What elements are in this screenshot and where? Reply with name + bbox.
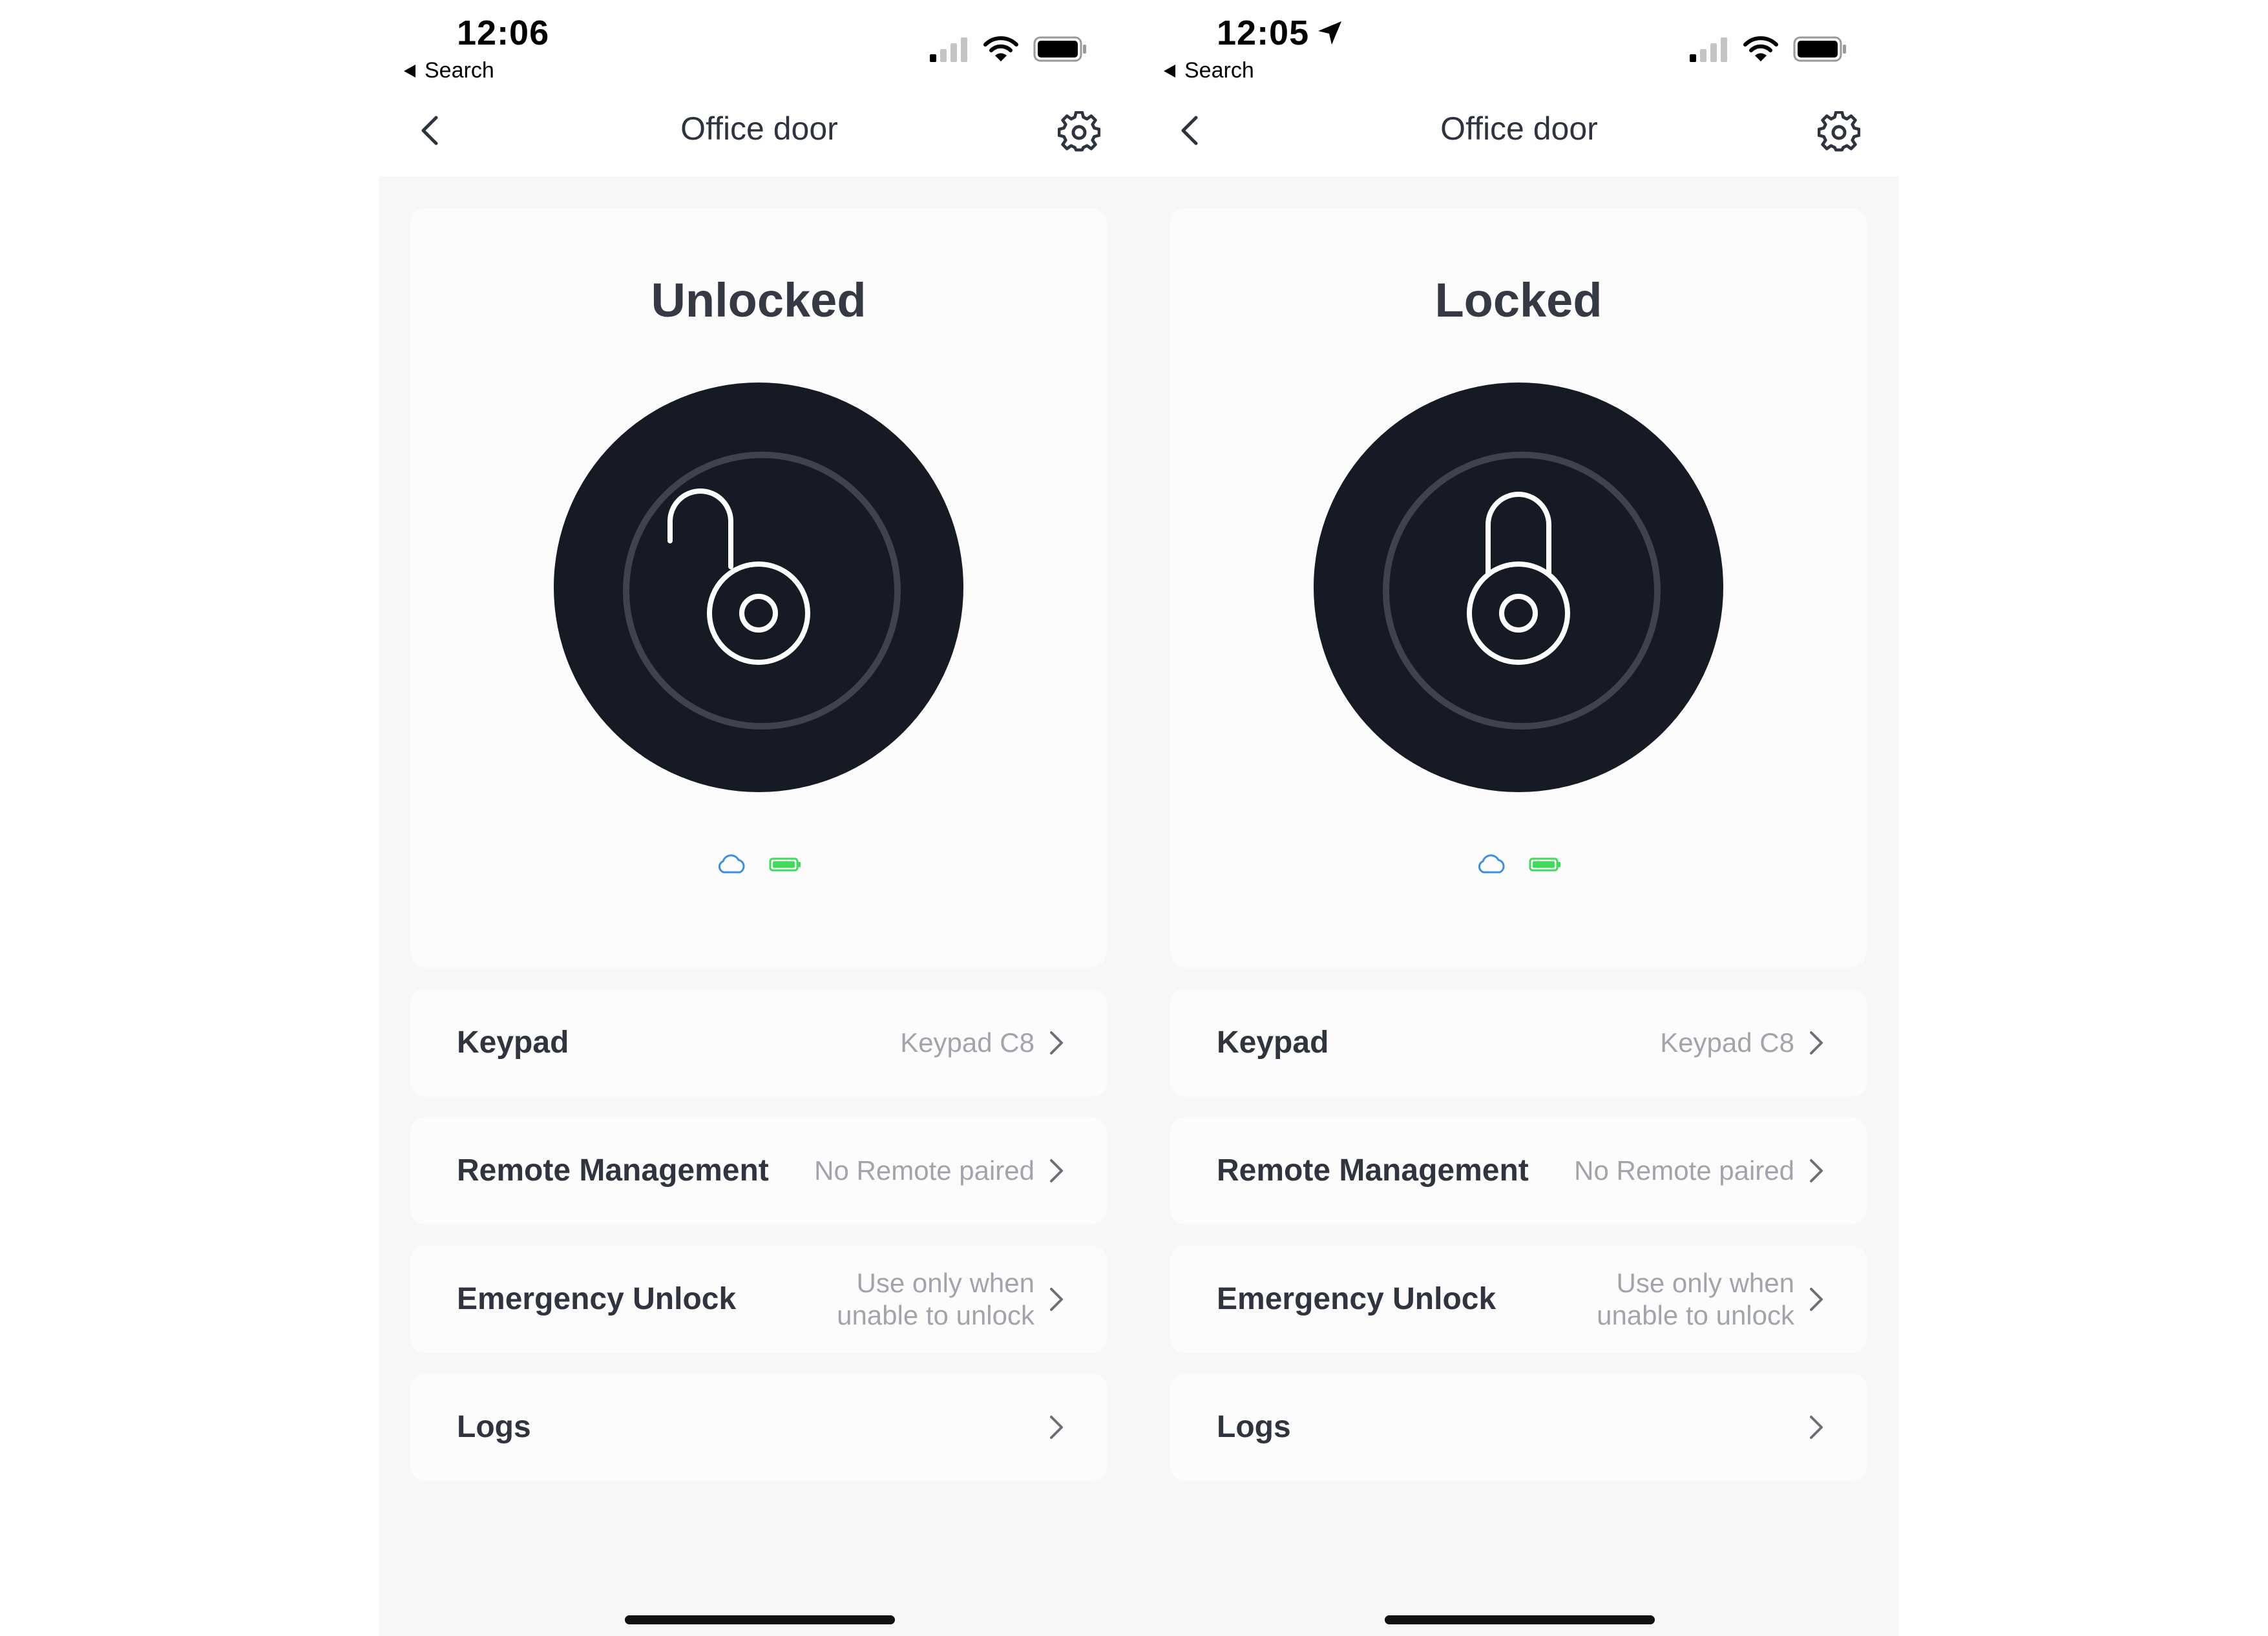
battery-icon <box>1529 857 1560 872</box>
emergency-unlock-row[interactable]: Emergency Unlock Use only when unable to… <box>1170 1246 1867 1353</box>
row-value-line1: Use only when <box>1616 1268 1794 1298</box>
back-to-search-link[interactable]: Search <box>403 58 494 83</box>
row-value-line1: Use only when <box>856 1268 1034 1298</box>
lock-status-card: Locked <box>1170 208 1867 967</box>
page-title: Office door <box>1440 110 1598 147</box>
chevron-right-icon <box>1050 1031 1063 1054</box>
row-label: Logs <box>457 1410 531 1444</box>
row-label: Remote Management <box>1217 1153 1529 1188</box>
battery-icon <box>769 857 801 872</box>
row-value: No Remote paired <box>814 1155 1034 1186</box>
chevron-right-icon <box>1810 1416 1823 1439</box>
status-icons <box>1688 36 1847 63</box>
row-label: Logs <box>1217 1410 1291 1444</box>
phone-screen-locked: 12:05 Search Office door Locked Keypad K… <box>1139 0 1899 1636</box>
chevron-right-icon <box>1810 1031 1823 1054</box>
unlocked-padlock-icon <box>667 488 810 665</box>
status-time: 12:06 <box>457 13 549 53</box>
wifi-icon <box>983 36 1018 61</box>
top-bar: 12:05 Search Office door <box>1139 0 1899 176</box>
lock-status-card: Unlocked <box>410 208 1107 967</box>
wifi-icon <box>1743 36 1778 61</box>
chevron-right-icon <box>1810 1288 1823 1311</box>
row-value: No Remote paired <box>1574 1155 1794 1186</box>
row-value-line2: unable to unlock <box>837 1300 1034 1330</box>
row-value: Keypad C8 <box>900 1027 1034 1058</box>
row-label: Emergency Unlock <box>1217 1282 1496 1316</box>
cellular-signal-icon <box>930 37 967 62</box>
back-app-label: Search <box>425 58 494 83</box>
logs-row[interactable]: Logs <box>1170 1374 1867 1481</box>
back-to-search-link[interactable]: Search <box>1162 58 1254 83</box>
row-value: Use only when unable to unlock <box>815 1246 1034 1353</box>
cellular-signal-icon <box>1690 37 1727 62</box>
row-value-line2: unable to unlock <box>1597 1300 1794 1330</box>
lock-state-label: Locked <box>1434 273 1602 327</box>
device-indicators <box>1170 854 1867 875</box>
status-time: 12:05 <box>1217 13 1343 53</box>
chevron-right-icon <box>1050 1288 1063 1311</box>
phone-screen-unlocked: 12:06 Search Office door Unlocked Keypad… <box>379 0 1139 1636</box>
chevron-right-icon <box>1050 1159 1063 1182</box>
status-time-text: 12:06 <box>457 14 550 52</box>
back-triangle-icon <box>1164 64 1175 78</box>
emergency-unlock-row[interactable]: Emergency Unlock Use only when unable to… <box>410 1246 1107 1353</box>
row-value: Use only when unable to unlock <box>1575 1246 1794 1353</box>
back-triangle-icon <box>404 64 415 78</box>
remote-management-row[interactable]: Remote Management No Remote paired <box>1170 1117 1867 1224</box>
device-indicators <box>410 854 1107 875</box>
location-arrow-icon <box>1318 21 1342 45</box>
row-value: Keypad C8 <box>1660 1027 1794 1058</box>
status-icons <box>929 36 1087 63</box>
chevron-right-icon <box>1810 1159 1823 1182</box>
row-label: Emergency Unlock <box>457 1282 737 1316</box>
lock-toggle-button[interactable] <box>554 383 963 792</box>
row-label: Keypad <box>457 1025 569 1060</box>
status-time-text: 12:05 <box>1217 14 1310 52</box>
remote-management-row[interactable]: Remote Management No Remote paired <box>410 1117 1107 1224</box>
back-app-label: Search <box>1184 58 1254 83</box>
lock-state-label: Unlocked <box>651 273 866 327</box>
cloud-icon <box>1478 854 1505 874</box>
row-label: Keypad <box>1217 1025 1329 1060</box>
keypad-row[interactable]: Keypad Keypad C8 <box>1170 989 1867 1096</box>
home-indicator <box>625 1615 895 1624</box>
gear-icon[interactable] <box>1818 111 1860 154</box>
chevron-right-icon <box>1050 1416 1063 1439</box>
keypad-row[interactable]: Keypad Keypad C8 <box>410 989 1107 1096</box>
page-title: Office door <box>680 110 838 147</box>
top-bar: 12:06 Search Office door <box>379 0 1139 176</box>
locked-padlock-icon <box>1467 492 1570 665</box>
row-label: Remote Management <box>457 1153 769 1188</box>
battery-status-icon <box>1033 36 1086 62</box>
lock-toggle-button[interactable] <box>1314 383 1723 792</box>
cloud-icon <box>718 854 745 874</box>
gear-icon[interactable] <box>1058 111 1100 154</box>
logs-row[interactable]: Logs <box>410 1374 1107 1481</box>
battery-status-icon <box>1793 36 1846 62</box>
home-indicator <box>1385 1615 1655 1624</box>
